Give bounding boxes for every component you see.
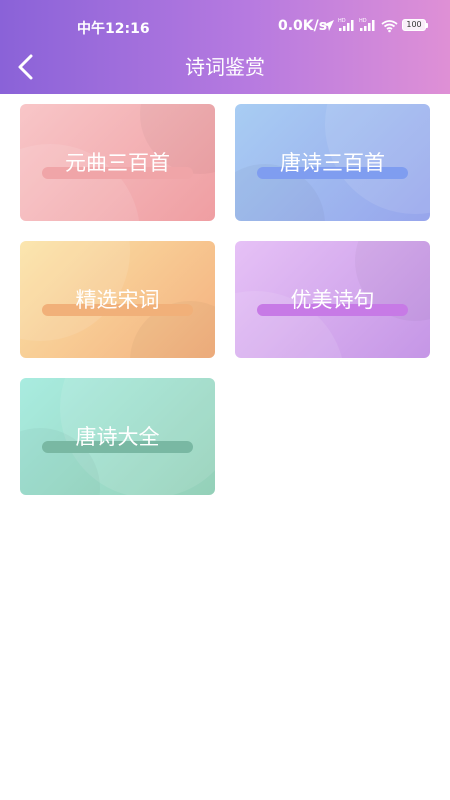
- page-title: 诗词鉴赏: [185, 55, 265, 79]
- status-bar: 中午12:16 0.0K/s HD HD 100: [0, 18, 450, 37]
- signal-hd-icon: HD: [338, 18, 354, 31]
- card-label: 精选宋词: [75, 288, 160, 312]
- card-yuanqu-300[interactable]: 元曲三百首: [20, 104, 215, 221]
- card-label: 唐诗三百首: [280, 151, 385, 175]
- battery-cap: [426, 23, 428, 28]
- card-label: 元曲三百首: [65, 151, 170, 175]
- location-arrow-icon: [323, 20, 334, 31]
- wifi-icon: [381, 20, 398, 33]
- card-tangshi-complete[interactable]: 唐诗大全: [20, 378, 215, 495]
- signal-hd-icon-2: HD: [359, 18, 375, 31]
- svg-text:HD: HD: [338, 18, 346, 24]
- battery-icon: 100: [402, 19, 426, 31]
- card-songci-selected[interactable]: 精选宋词: [20, 241, 215, 358]
- card-label: 优美诗句: [290, 288, 375, 312]
- card-label: 唐诗大全: [75, 425, 160, 449]
- svg-text:HD: HD: [359, 18, 367, 24]
- card-beautiful-verses[interactable]: 优美诗句: [235, 241, 430, 358]
- status-time: 中午12:16: [77, 21, 150, 37]
- network-speed: 0.0K/s: [278, 18, 328, 34]
- app-header: 中午12:16 0.0K/s HD HD 100 诗词鉴赏: [0, 0, 450, 94]
- card-tangshi-300[interactable]: 唐诗三百首: [235, 104, 430, 221]
